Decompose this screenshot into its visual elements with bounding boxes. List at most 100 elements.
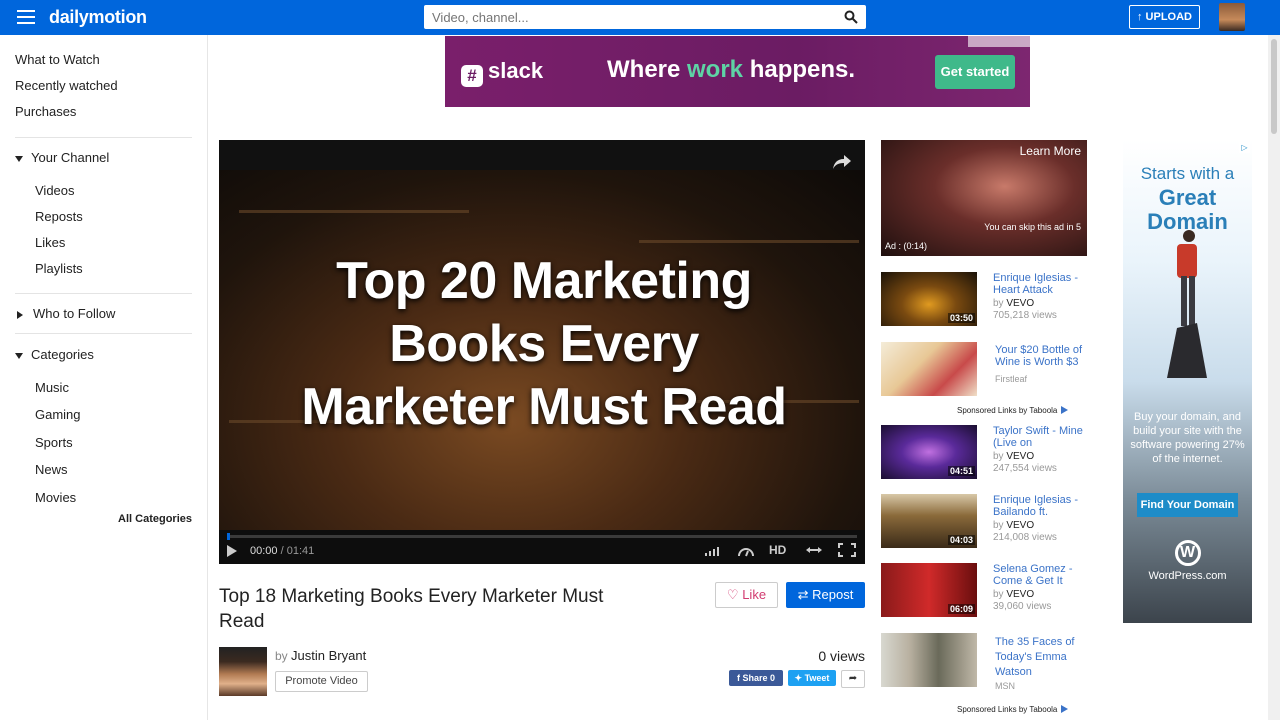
related-title[interactable]: Selena Gomez - Come & Get It bbox=[993, 563, 1088, 587]
related-thumbnail[interactable]: 03:50 bbox=[881, 272, 977, 326]
sidebar-item-likes[interactable]: Likes bbox=[35, 235, 65, 250]
ad-video-preview[interactable]: Learn More You can skip this ad in 5 Ad … bbox=[881, 140, 1087, 256]
side-ad-body: Buy your domain, and build your site wit… bbox=[1130, 411, 1245, 465]
duration-badge: 03:50 bbox=[947, 313, 975, 323]
search-icon[interactable] bbox=[844, 10, 858, 24]
speed-gauge-icon[interactable] bbox=[737, 543, 755, 557]
page-scrollbar[interactable] bbox=[1268, 35, 1280, 720]
skip-ad-text[interactable]: You can skip this ad in 5 bbox=[984, 222, 1081, 232]
heart-icon: ♡ bbox=[726, 587, 743, 602]
sidebar-item-what-to-watch[interactable]: What to Watch bbox=[15, 52, 100, 67]
sidebar-section-categories[interactable]: Categories bbox=[15, 347, 94, 362]
categories-label: Categories bbox=[31, 347, 94, 362]
related-views: 247,554 views bbox=[993, 463, 1057, 474]
tweet-label: Tweet bbox=[804, 673, 830, 683]
widescreen-icon[interactable] bbox=[805, 543, 823, 557]
sponsored-source: MSN bbox=[995, 681, 1015, 691]
progress-bar[interactable] bbox=[227, 533, 857, 540]
sidebar-item-playlists[interactable]: Playlists bbox=[35, 261, 83, 276]
video-player[interactable]: Top 20 Marketing Books Every Marketer Mu… bbox=[219, 140, 865, 564]
fullscreen-icon[interactable] bbox=[838, 543, 856, 557]
by-prefix: by bbox=[993, 298, 1004, 309]
sidebar-item-news[interactable]: News bbox=[35, 462, 68, 477]
sidebar-item-recently-watched[interactable]: Recently watched bbox=[15, 78, 118, 93]
sponsored-thumbnail[interactable] bbox=[881, 342, 977, 396]
sponsored-title[interactable]: The 35 Faces of Today's Emma Watson bbox=[995, 635, 1090, 680]
user-avatar[interactable] bbox=[1219, 3, 1245, 31]
related-views: 39,060 views bbox=[993, 601, 1052, 612]
related-channel[interactable]: VEVO bbox=[1006, 589, 1034, 600]
sponsored-links-text: Sponsored Links by Taboola bbox=[957, 406, 1058, 415]
sponsored-item[interactable]: The 35 Faces of Today's Emma Watson MSN bbox=[881, 633, 1091, 691]
sponsored-thumbnail[interactable] bbox=[881, 633, 977, 687]
sidebar-item-videos[interactable]: Videos bbox=[35, 183, 75, 198]
related-thumbnail[interactable]: 04:51 bbox=[881, 425, 977, 479]
related-channel[interactable]: VEVO bbox=[1006, 451, 1034, 462]
twitter-tweet-button[interactable]: ✦ Tweet bbox=[788, 670, 836, 686]
related-byline: by VEVO bbox=[993, 589, 1034, 600]
get-started-button[interactable]: Get started bbox=[935, 55, 1015, 89]
slack-banner-ad[interactable]: # slack Where work happens. Get started bbox=[445, 36, 1030, 107]
top-bar: dailymotion ↑ UPLOAD bbox=[0, 0, 1280, 35]
play-icon[interactable] bbox=[227, 545, 237, 557]
share-arrow-icon[interactable] bbox=[831, 152, 853, 172]
upload-button[interactable]: ↑ UPLOAD bbox=[1129, 5, 1200, 29]
hiker-illustration bbox=[1167, 230, 1207, 378]
learn-more-link[interactable]: Learn More bbox=[1020, 144, 1081, 158]
related-title[interactable]: Enrique Iglesias - Bailando ft. bbox=[993, 494, 1088, 518]
hd-quality-button[interactable]: HD bbox=[769, 543, 786, 557]
menu-icon[interactable] bbox=[17, 10, 35, 24]
wordpress-side-ad[interactable]: ▷ Starts with a Great Domain Buy your do… bbox=[1123, 140, 1252, 623]
related-video-item[interactable]: 04:51 Taylor Swift - Mine (Live on by VE… bbox=[881, 425, 1091, 481]
upload-arrow-icon: ↑ bbox=[1136, 11, 1146, 23]
dailymotion-logo[interactable]: dailymotion bbox=[49, 7, 147, 28]
facebook-share-button[interactable]: f Share 0 bbox=[729, 670, 783, 686]
ad-choices-icon[interactable]: ▷ bbox=[1239, 142, 1250, 153]
sidebar-item-purchases[interactable]: Purchases bbox=[15, 104, 76, 119]
wordpress-brand: WordPress.com bbox=[1148, 570, 1227, 582]
related-video-item[interactable]: 03:50 Enrique Iglesias - Heart Attack by… bbox=[881, 272, 1091, 328]
owner-avatar[interactable] bbox=[219, 647, 267, 696]
sidebar-item-reposts[interactable]: Reposts bbox=[35, 209, 83, 224]
player-controls: 00:00 / 01:41 HD bbox=[219, 530, 865, 564]
ad-choices-icon[interactable] bbox=[968, 36, 1030, 47]
related-channel[interactable]: VEVO bbox=[1006, 298, 1034, 309]
search-box[interactable] bbox=[424, 5, 866, 29]
sponsored-links-text: Sponsored Links by Taboola bbox=[957, 705, 1058, 714]
related-video-item[interactable]: 04:03 Enrique Iglesias - Bailando ft. by… bbox=[881, 494, 1091, 550]
sidebar-section-your-channel[interactable]: Your Channel bbox=[15, 150, 109, 165]
related-video-item[interactable]: 06:09 Selena Gomez - Come & Get It by VE… bbox=[881, 563, 1091, 619]
sidebar-item-movies[interactable]: Movies bbox=[35, 490, 76, 505]
who-to-follow-label: Who to Follow bbox=[33, 306, 116, 321]
more-share-button[interactable]: ➦ bbox=[841, 670, 865, 688]
sidebar-item-gaming[interactable]: Gaming bbox=[35, 407, 81, 422]
progress-knob[interactable] bbox=[227, 533, 230, 540]
find-your-domain-button[interactable]: Find Your Domain bbox=[1137, 493, 1238, 517]
sponsored-title[interactable]: Your $20 Bottle of Wine is Worth $3 bbox=[995, 344, 1090, 368]
sidebar-section-who-to-follow[interactable]: Who to Follow bbox=[17, 306, 115, 321]
scrollbar-thumb[interactable] bbox=[1271, 39, 1277, 134]
volume-icon[interactable] bbox=[704, 543, 722, 557]
related-thumbnail[interactable]: 06:09 bbox=[881, 563, 977, 617]
sidebar-item-music[interactable]: Music bbox=[35, 380, 69, 395]
all-categories-link[interactable]: All Categories bbox=[0, 513, 192, 525]
sponsored-links-label[interactable]: Sponsored Links by Taboola bbox=[957, 705, 1069, 714]
wordpress-logo: W WordPress.com bbox=[1123, 540, 1252, 582]
shelf-line bbox=[639, 240, 859, 243]
video-title: Top 18 Marketing Books Every Marketer Mu… bbox=[219, 586, 604, 632]
repost-button[interactable]: ⇄ Repost bbox=[786, 582, 865, 608]
related-title[interactable]: Taylor Swift - Mine (Live on bbox=[993, 425, 1088, 449]
related-byline: by VEVO bbox=[993, 520, 1034, 531]
sponsored-links-label[interactable]: Sponsored Links by Taboola bbox=[957, 406, 1069, 415]
taboola-icon bbox=[1061, 406, 1069, 414]
related-channel[interactable]: VEVO bbox=[1006, 520, 1034, 531]
sidebar-item-sports[interactable]: Sports bbox=[35, 435, 73, 450]
search-input[interactable] bbox=[424, 5, 824, 29]
sponsored-item[interactable]: Your $20 Bottle of Wine is Worth $3 Firs… bbox=[881, 342, 1091, 398]
by-prefix: by bbox=[993, 589, 1004, 600]
related-title[interactable]: Enrique Iglesias - Heart Attack bbox=[993, 272, 1088, 296]
owner-name[interactable]: Justin Bryant bbox=[291, 648, 366, 663]
promote-video-button[interactable]: Promote Video bbox=[275, 671, 368, 692]
related-thumbnail[interactable]: 04:03 bbox=[881, 494, 977, 548]
like-button[interactable]: ♡ Like bbox=[715, 582, 778, 608]
